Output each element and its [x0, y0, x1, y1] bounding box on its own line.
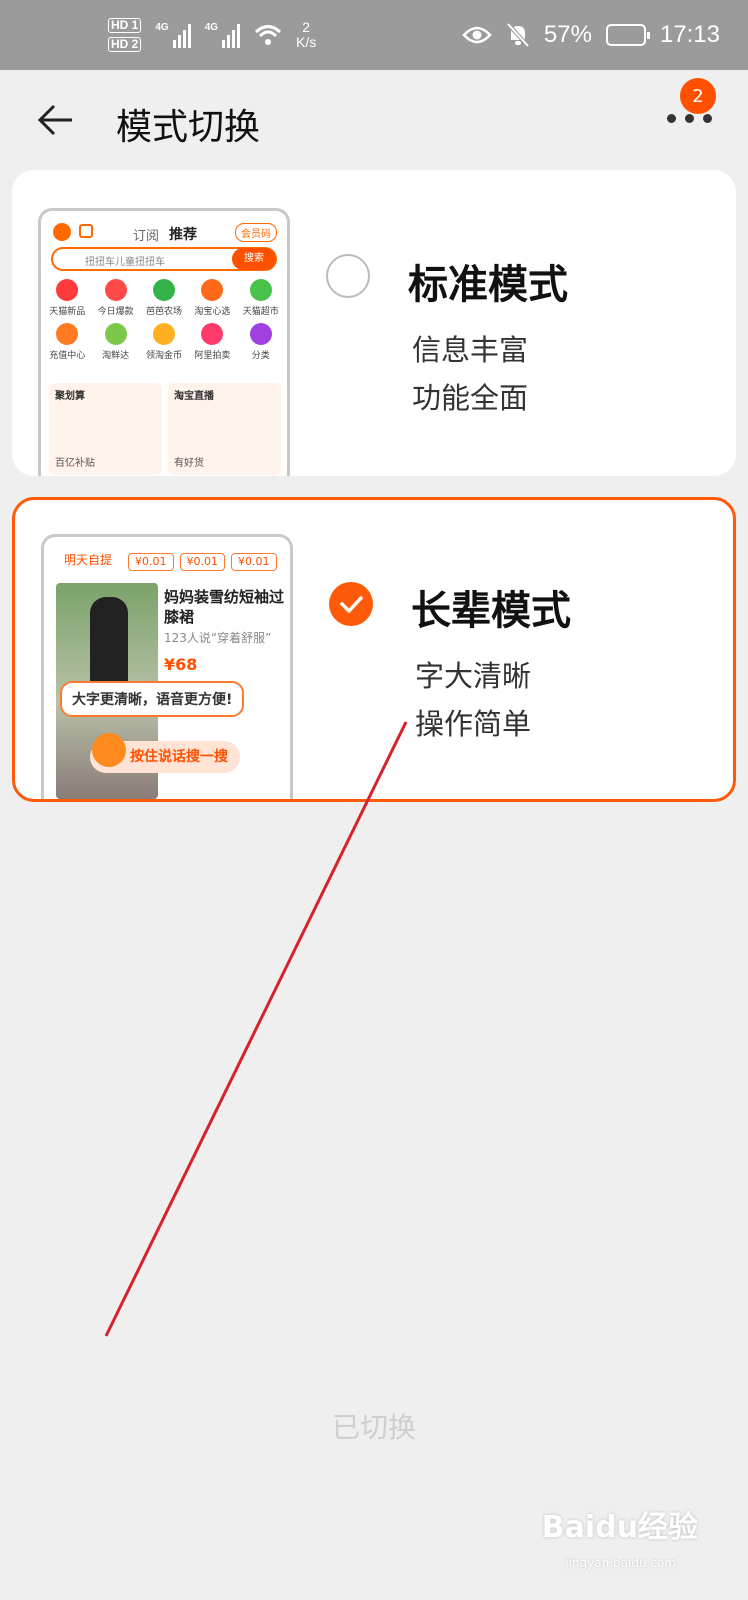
app-dot-icon	[249, 279, 272, 301]
app-header: 模式切换 2	[0, 70, 748, 170]
preview-search-bar: 扭扭车儿童扭扭车 搜索	[51, 247, 277, 271]
preview-app-label: 天猫超市	[242, 307, 279, 317]
preview-icon-grid: 天猫新品 今日爆款 芭芭农场 淘宝心选 天猫超市充值中心 淘鲜达 领淘金币 阿里拍卖 分类	[41, 271, 287, 361]
preview-app-icon: 天猫超市	[237, 279, 285, 317]
preview-tip-bubble: 大字更清晰，语音更方便!	[60, 681, 245, 717]
elder-mode-card[interactable]: 明天自提 ¥0.01 ¥0.01 ¥0.01 妈妈装雪纺短袖过膝裙 123人说“…	[12, 497, 736, 802]
preview-app-icon: 分类	[237, 323, 285, 361]
mute-bell-icon	[506, 22, 530, 48]
preview-price-tag: ¥0.01	[231, 553, 277, 571]
standard-desc-line: 功能全面	[412, 381, 529, 415]
preview-app-icon: 淘宝心选	[188, 279, 236, 317]
preview-app-label: 领淘金币	[145, 351, 182, 361]
battery-percent: 57%	[543, 21, 592, 48]
notification-badge: 2	[680, 78, 716, 114]
preview-search-placeholder: 扭扭车儿童扭扭车	[85, 257, 165, 268]
battery-icon	[605, 24, 650, 46]
preview-bottom-blocks: 聚划算 百亿补贴 淘宝直播 有好货	[49, 383, 281, 475]
preview-pickup-tag: 明天自提	[64, 553, 113, 567]
standard-desc-line: 信息丰富	[412, 333, 529, 367]
preview-block-title: 淘宝直播	[174, 391, 214, 402]
preview-app-label: 分类	[251, 351, 270, 361]
preview-block: 聚划算 百亿补贴	[49, 383, 162, 475]
preview-product-review: 123人说“穿着舒服”	[164, 631, 272, 645]
scan-icon	[79, 224, 93, 238]
status-bar: HD 1 HD 2 4G 4G 2 K/s 57% 17:13	[0, 0, 748, 70]
app-dot-icon	[249, 323, 272, 345]
avatar-icon	[53, 223, 71, 241]
preview-app-icon: 淘鲜达	[91, 323, 139, 361]
preview-app-label: 阿里拍卖	[194, 351, 231, 361]
preview-price-tag: ¥0.01	[179, 553, 225, 571]
preview-block-sub: 有好货	[174, 458, 204, 469]
preview-topbar: 订阅 推荐 会员码	[41, 211, 287, 247]
preview-app-label: 淘鲜达	[102, 351, 130, 361]
baidu-watermark: Baidu经验	[541, 1510, 698, 1545]
standard-mode-card[interactable]: 订阅 推荐 会员码 扭扭车儿童扭扭车 搜索 天猫新品 今日爆款 芭芭农场 淘宝心选 天猫…	[12, 170, 736, 476]
preview-app-label: 充值中心	[49, 351, 86, 361]
signal-1-icon: 4G	[155, 22, 191, 48]
preview-app-icon: 领淘金币	[140, 323, 188, 361]
switched-status-label: 已切换	[331, 1411, 416, 1444]
standard-mode-radio[interactable]	[326, 254, 370, 298]
eye-comfort-icon	[462, 26, 492, 44]
preview-price-tag: ¥0.01	[128, 553, 174, 571]
page-title: 模式切换	[116, 107, 261, 148]
preview-block-sub: 百亿补贴	[55, 458, 95, 469]
more-dot-icon	[667, 114, 676, 123]
preview-app-icon: 阿里拍卖	[188, 323, 236, 361]
elder-desc-line: 字大清晰	[415, 659, 532, 693]
standard-mode-preview: 订阅 推荐 会员码 扭扭车儿童扭扭车 搜索 天猫新品 今日爆款 芭芭农场 淘宝心选 天猫…	[38, 208, 290, 476]
preview-app-icon: 芭芭农场	[140, 279, 188, 317]
speed-unit: K/s	[296, 34, 317, 50]
app-dot-icon	[152, 279, 175, 301]
app-dot-icon	[201, 323, 224, 345]
more-dot-icon	[685, 114, 694, 123]
app-dot-icon	[201, 279, 224, 301]
elder-mode-preview: 明天自提 ¥0.01 ¥0.01 ¥0.01 妈妈装雪纺短袖过膝裙 123人说“…	[41, 534, 293, 799]
elder-mode-description: 字大清晰 操作简单	[415, 652, 531, 748]
preview-product-title: 妈妈装雪纺短袖过膝裙	[164, 588, 285, 626]
elder-mode-radio-checked-icon[interactable]	[329, 582, 373, 626]
network-speed: 2 K/s	[296, 20, 316, 50]
network-1-label: 4G	[155, 22, 169, 33]
preview-app-label: 芭芭农场	[145, 307, 182, 317]
preview-app-label: 天猫新品	[49, 307, 86, 317]
app-dot-icon	[104, 279, 127, 301]
baidu-watermark-url: jingyan.baidu.com	[565, 1556, 676, 1570]
standard-mode-title: 标准模式	[408, 262, 568, 308]
network-2-label: 4G	[204, 22, 219, 33]
more-dot-icon	[703, 114, 712, 123]
preview-search-button: 搜索	[232, 248, 276, 270]
hd2-label: HD 2	[108, 37, 142, 52]
elder-desc-line: 操作简单	[415, 707, 532, 741]
preview-tab-subscribe: 订阅	[133, 229, 160, 244]
app-dot-icon	[104, 323, 127, 345]
app-dot-icon	[56, 323, 79, 345]
preview-app-label: 淘宝心选	[194, 307, 231, 317]
elder-mode-title: 长辈模式	[411, 588, 571, 634]
preview-tab-recommend: 推荐	[169, 227, 197, 243]
wifi-icon	[255, 25, 282, 45]
preview-block-title: 聚划算	[55, 391, 85, 402]
app-dot-icon	[152, 323, 175, 345]
speed-value: 2	[302, 19, 311, 35]
preview-vip-code: 会员码	[235, 223, 277, 242]
hd-indicators: HD 1 HD 2	[108, 18, 142, 52]
signal-2-icon: 4G	[204, 22, 241, 48]
preview-product-price: ¥68	[164, 655, 198, 674]
app-dot-icon	[56, 279, 79, 301]
mascot-icon	[92, 733, 126, 767]
preview-app-icon: 今日爆款	[91, 279, 139, 317]
clock-time: 17:13	[659, 21, 720, 48]
preview-app-label: 今日爆款	[97, 307, 134, 317]
hd1-label: HD 1	[108, 18, 142, 33]
preview-price-row: ¥0.01 ¥0.01 ¥0.01	[128, 537, 277, 573]
more-menu-button[interactable]	[667, 114, 712, 123]
preview-app-icon: 充值中心	[43, 323, 91, 361]
preview-app-icon: 天猫新品	[43, 279, 91, 317]
preview-block: 淘宝直播 有好货	[168, 383, 281, 475]
back-arrow-icon[interactable]	[36, 102, 76, 138]
standard-mode-description: 信息丰富 功能全面	[412, 326, 528, 422]
